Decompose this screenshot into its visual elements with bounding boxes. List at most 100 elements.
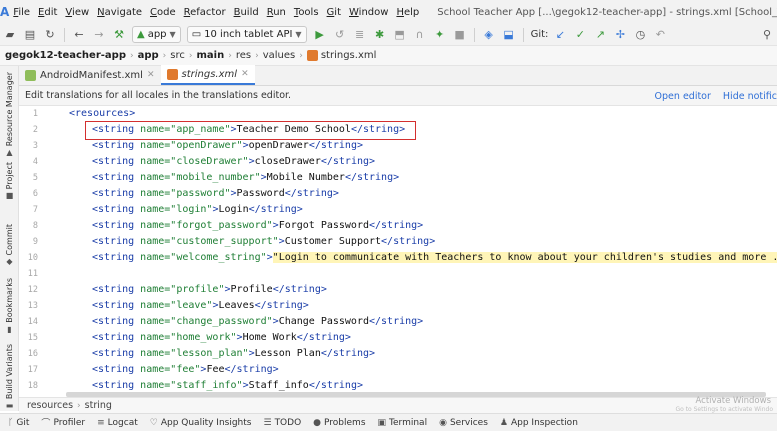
breadcrumb-project[interactable]: gegok12-teacher-app bbox=[5, 50, 126, 61]
save-all-icon[interactable]: ▤ bbox=[21, 26, 39, 44]
bottom-tool-services[interactable]: ◉ Services bbox=[439, 418, 488, 428]
xml-crumb-string[interactable]: string bbox=[85, 400, 112, 411]
bottom-tool-git[interactable]: ᚴ Git bbox=[8, 418, 29, 428]
code-line[interactable]: <string name="leave">Leaves</string> bbox=[92, 298, 309, 314]
project-folder-icon: ■ bbox=[5, 191, 14, 201]
menu-file[interactable]: File bbox=[9, 7, 34, 18]
sync-icon[interactable]: ↻ bbox=[41, 26, 59, 44]
open-editor-link[interactable]: Open editor bbox=[655, 91, 711, 102]
stop-icon[interactable]: ■ bbox=[451, 26, 469, 44]
editor-tab-bar: AndroidManifest.xml ✕ strings.xml ✕ bbox=[19, 65, 777, 86]
bottom-tool-problems[interactable]: ● Problems bbox=[313, 418, 365, 428]
tab-strings-xml[interactable]: strings.xml ✕ bbox=[160, 65, 255, 85]
run-icon[interactable]: ▶ bbox=[311, 26, 329, 44]
navigation-breadcrumb: gegok12-teacher-app › app › src › main ›… bbox=[0, 46, 777, 66]
code-line[interactable]: <string name="forgot_password">Forgot Pa… bbox=[92, 218, 423, 234]
git-push-icon[interactable]: ↗ bbox=[591, 26, 609, 44]
search-icon[interactable]: ⚲ bbox=[758, 26, 776, 44]
code-line[interactable]: <string name="mobile_number">Mobile Numb… bbox=[92, 170, 399, 186]
menu-code[interactable]: Code bbox=[146, 7, 180, 18]
close-icon[interactable]: ✕ bbox=[241, 69, 249, 79]
main-toolbar: ▰ ▤ ↻ ← → ⚒ ▲ app ▼ ▭ 10 inch tablet API… bbox=[0, 24, 777, 46]
sdk-manager-icon[interactable]: ⬓ bbox=[500, 26, 518, 44]
make-project-icon[interactable]: ⚒ bbox=[110, 26, 128, 44]
attach-debugger-icon[interactable]: ⬒ bbox=[391, 26, 409, 44]
tool-tab-label: Project bbox=[5, 162, 14, 190]
device-manager-icon[interactable]: ◈ bbox=[480, 26, 498, 44]
run-config-select[interactable]: ▲ app ▼ bbox=[132, 26, 181, 43]
git-label: Git: bbox=[530, 29, 549, 40]
bottom-tool-todo[interactable]: ☰ TODO bbox=[263, 418, 301, 428]
breadcrumb-file[interactable]: strings.xml bbox=[321, 50, 377, 61]
chevron-down-icon: ▼ bbox=[295, 30, 302, 39]
code-line[interactable]: <string name="closeDrawer">closeDrawer</… bbox=[92, 154, 375, 170]
menu-git[interactable]: Git bbox=[323, 7, 345, 18]
git-history-icon[interactable]: ◷ bbox=[631, 26, 649, 44]
breadcrumb-values[interactable]: values bbox=[263, 50, 296, 61]
git-pull-icon[interactable]: ✢ bbox=[611, 26, 629, 44]
open-folder-icon[interactable]: ▰ bbox=[1, 26, 19, 44]
android-icon: ▲ bbox=[137, 29, 145, 40]
menu-tools[interactable]: Tools bbox=[290, 7, 323, 18]
breadcrumb-res[interactable]: res bbox=[236, 50, 251, 61]
menu-edit[interactable]: Edit bbox=[34, 7, 61, 18]
code-line[interactable]: <resources> bbox=[69, 106, 135, 122]
breadcrumb-src[interactable]: src bbox=[170, 50, 185, 61]
banner-text: Edit translations for all locales in the… bbox=[25, 90, 292, 101]
xml-attr-name: name= bbox=[140, 316, 171, 327]
tab-android-manifest[interactable]: AndroidManifest.xml ✕ bbox=[19, 65, 161, 85]
code-line[interactable]: <string name="fee">Fee</string> bbox=[92, 362, 279, 378]
code-line[interactable]: <string name="profile">Profile</string> bbox=[92, 282, 327, 298]
bottom-tool-app-quality-insights[interactable]: ♡ App Quality Insights bbox=[150, 418, 252, 428]
bottom-tool-terminal[interactable]: ▣ Terminal bbox=[378, 418, 428, 428]
code-line[interactable]: <string name="lesson_plan">Lesson Plan</… bbox=[92, 346, 375, 362]
breadcrumb-main[interactable]: main bbox=[197, 50, 225, 61]
code-line[interactable]: <string name="change_password">Change Pa… bbox=[92, 314, 423, 330]
menu-refactor[interactable]: Refactor bbox=[180, 7, 230, 18]
menu-help[interactable]: Help bbox=[392, 7, 423, 18]
tool-tab-bookmarks[interactable]: Bookmarks ▮ bbox=[0, 278, 19, 334]
xml-tag-open: <string bbox=[92, 348, 141, 359]
string-text-value: Mobile Number bbox=[266, 172, 345, 183]
git-update-icon[interactable]: ↙ bbox=[551, 26, 569, 44]
code-line[interactable]: <string name="customer_support">Customer… bbox=[92, 234, 435, 250]
xml-attr-name: name= bbox=[140, 156, 171, 167]
tool-tab-commit[interactable]: Commit ◆ bbox=[0, 224, 19, 266]
device-select[interactable]: ▭ 10 inch tablet API ▼ bbox=[186, 26, 307, 43]
gradle-sync-icon[interactable]: ✦ bbox=[431, 26, 449, 44]
menu-view[interactable]: View bbox=[61, 7, 93, 18]
code-editor[interactable]: 1 2 3 4 5 6 7 8 9 10 11 12 13 14 15 16 17 18 <resources> <… bbox=[19, 106, 777, 397]
highlight-box bbox=[85, 121, 416, 140]
debug-icon[interactable]: ✱ bbox=[371, 26, 389, 44]
apply-changes-icon[interactable]: ↺ bbox=[331, 26, 349, 44]
hide-notification-link[interactable]: Hide notific bbox=[723, 91, 777, 102]
profile-icon[interactable]: ∩ bbox=[411, 26, 429, 44]
git-commit-icon[interactable]: ✓ bbox=[571, 26, 589, 44]
menu-build[interactable]: Build bbox=[230, 7, 263, 18]
tool-tab-project[interactable]: Project ■ bbox=[0, 162, 19, 200]
breadcrumb-module[interactable]: app bbox=[138, 50, 159, 61]
build-variants-icon: ▬ bbox=[5, 401, 14, 411]
bottom-tool-profiler[interactable]: ⌒ Profiler bbox=[41, 416, 85, 430]
code-line[interactable]: <string name="openDrawer">openDrawer</st… bbox=[92, 138, 363, 154]
tool-tab-resource-manager[interactable]: Resource Manager ▲ bbox=[0, 72, 19, 157]
menu-label-rest: ile bbox=[18, 6, 31, 18]
code-line[interactable]: <string name="home_work">Home Work</stri… bbox=[92, 330, 351, 346]
xml-tag-close: </string> bbox=[369, 220, 424, 231]
menu-run[interactable]: Run bbox=[263, 7, 290, 18]
code-line[interactable]: <string name="password">Password</string… bbox=[92, 186, 339, 202]
forward-icon[interactable]: → bbox=[90, 26, 108, 44]
tool-tab-build-variants[interactable]: Build Variants ▬ bbox=[0, 344, 19, 410]
git-rollback-icon[interactable]: ↶ bbox=[651, 26, 669, 44]
menu-window[interactable]: Window bbox=[345, 7, 392, 18]
bottom-tool-logcat[interactable]: ≡ Logcat bbox=[97, 418, 138, 428]
code-line[interactable]: <string name="welcome_string">"Login to … bbox=[92, 250, 777, 266]
menu-navigate[interactable]: Navigate bbox=[93, 7, 146, 18]
xml-tag-close: </string> bbox=[284, 188, 339, 199]
xml-crumb-resources[interactable]: resources bbox=[27, 400, 73, 411]
back-icon[interactable]: ← bbox=[70, 26, 88, 44]
bottom-tool-app-inspection[interactable]: ♟ App Inspection bbox=[500, 418, 578, 428]
apply-code-changes-icon[interactable]: ≣ bbox=[351, 26, 369, 44]
code-line[interactable]: <string name="login">Login</string> bbox=[92, 202, 303, 218]
close-icon[interactable]: ✕ bbox=[147, 70, 155, 80]
